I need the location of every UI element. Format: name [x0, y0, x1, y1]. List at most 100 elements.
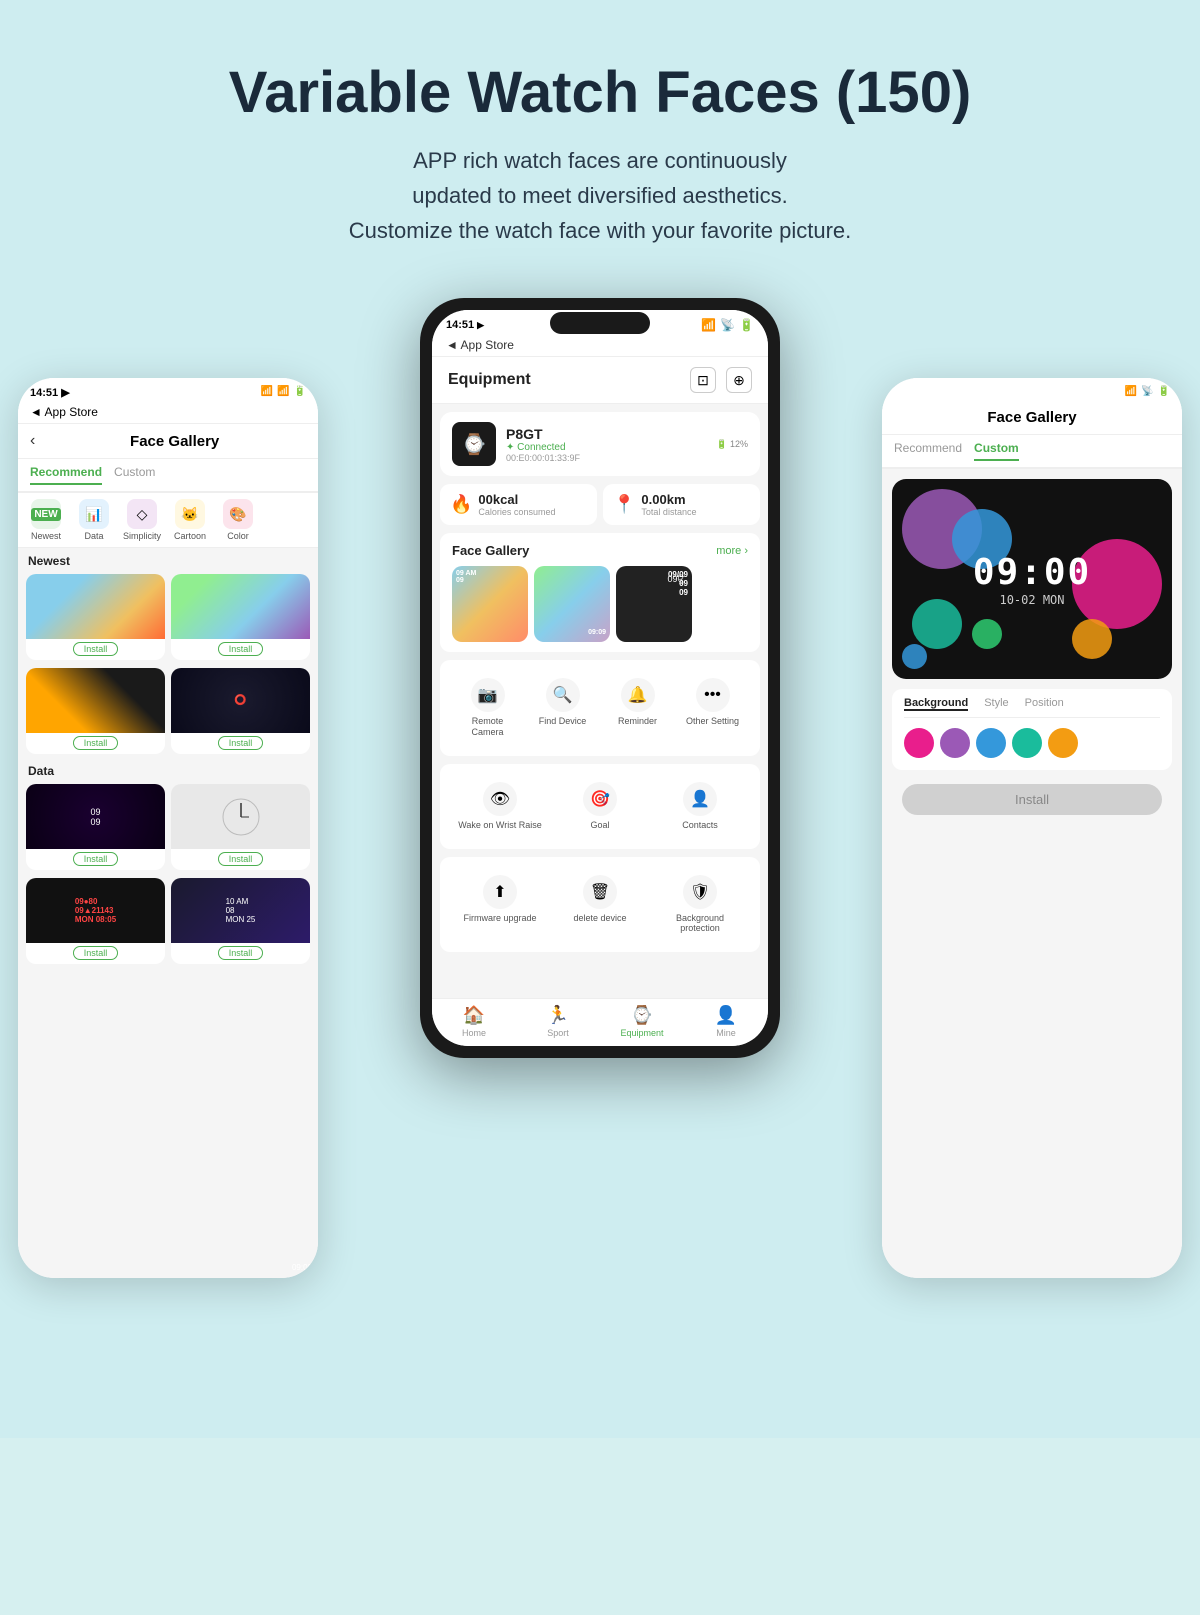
- watch-item-6[interactable]: Install: [171, 784, 310, 870]
- signal-icon: 📶: [701, 318, 716, 332]
- watch-item-4[interactable]: ⭕ Install: [171, 668, 310, 754]
- swatch-purple[interactable]: [940, 728, 970, 758]
- watch-face-circle: ⭕: [171, 668, 310, 733]
- action-remote-camera[interactable]: 📷 Remote Camera: [452, 670, 523, 746]
- newest-cat-icon: NEW: [31, 499, 61, 529]
- face-img-1: 09 AM09: [452, 566, 528, 642]
- action-goal[interactable]: 🎯 Goal: [552, 774, 648, 839]
- cat-data[interactable]: 📊 Data: [74, 499, 114, 541]
- device-thumbnail: ⌚: [452, 422, 496, 466]
- left-categories: NEW Newest 📊 Data ◇ Simpli: [18, 493, 318, 548]
- app-content: Equipment ⊡ ⊕ ⌚ P8GT ✦ Connecte: [432, 357, 768, 998]
- distance-card: 📍 0.00km Total distance: [603, 484, 760, 525]
- tab-position[interactable]: Position: [1025, 697, 1064, 711]
- find-device-label: Find Device: [539, 716, 587, 727]
- face-thumb-3[interactable]: 09/090909: [616, 566, 692, 642]
- firmware-icon: ⬆: [483, 875, 517, 909]
- action-other-setting[interactable]: ••• Other Setting: [677, 670, 748, 746]
- watch-item-8[interactable]: 10 AM08MON 25 Install: [171, 878, 310, 964]
- action-delete-device[interactable]: 🗑 delete device: [552, 867, 648, 943]
- right-tab-custom[interactable]: Custom: [974, 441, 1019, 461]
- page-container: Variable Watch Faces (150) APP rich watc…: [0, 0, 1200, 1438]
- camera-icon: 📷: [471, 678, 505, 712]
- color-label: Color: [227, 531, 249, 541]
- tab-style[interactable]: Style: [984, 697, 1008, 711]
- fullscreen-icon[interactable]: ⊡: [690, 367, 716, 393]
- sport-label: Sport: [547, 1028, 569, 1038]
- battery-icon: 🔋: [739, 318, 754, 332]
- action-contacts[interactable]: 👤 Contacts: [652, 774, 748, 839]
- bubble-teal: [912, 599, 962, 649]
- color-cat-icon: 🎨: [223, 499, 253, 529]
- mine-label: Mine: [716, 1028, 736, 1038]
- cat-simplicity[interactable]: ◇ Simplicity: [122, 499, 162, 541]
- face-gallery-header: Face Gallery more ›: [452, 543, 748, 558]
- back-arrow-icon[interactable]: ‹: [30, 432, 35, 450]
- watch-item-2[interactable]: 09:09 Install: [171, 574, 310, 660]
- nav-sport[interactable]: 🏃 Sport: [516, 1005, 600, 1038]
- install-btn-7[interactable]: Install: [73, 946, 119, 960]
- watch-item-1[interactable]: 09 AM09 Install: [26, 574, 165, 660]
- action-firmware[interactable]: ⬆ Firmware upgrade: [452, 867, 548, 943]
- right-controls: Background Style Position: [892, 689, 1172, 770]
- face-gallery-more[interactable]: more ›: [716, 545, 748, 557]
- install-button[interactable]: Install: [902, 784, 1162, 815]
- phone-right: 📶 📡 🔋 Face Gallery Recommend Custom: [882, 378, 1182, 1278]
- watch-item-5[interactable]: 0909 Install: [26, 784, 165, 870]
- face-img-3: 09/090909: [616, 566, 692, 642]
- swatch-teal[interactable]: [1012, 728, 1042, 758]
- controls-tabs: Background Style Position: [904, 697, 1160, 718]
- phones-area: 14:51 ▶ 📶📶🔋 ◄ App Store ‹ Face Gallery R…: [0, 298, 1200, 1378]
- action-reminder[interactable]: 🔔 Reminder: [602, 670, 673, 746]
- tab-background[interactable]: Background: [904, 697, 968, 711]
- swatch-pink[interactable]: [904, 728, 934, 758]
- install-btn-1[interactable]: Install: [73, 642, 119, 656]
- face-thumb-1[interactable]: 09 AM09: [452, 566, 528, 642]
- watch-face-dark1: 0909: [26, 784, 165, 849]
- center-status-left: 14:51 ▶: [446, 319, 484, 331]
- tab-custom[interactable]: Custom: [114, 465, 155, 485]
- right-face-gallery-title: Face Gallery: [894, 409, 1170, 426]
- watch-face-data1: 09●8009▲21143MON 08:05: [26, 878, 165, 943]
- app-header-icons: ⊡ ⊕: [690, 367, 752, 393]
- dots-icon: •••: [696, 678, 730, 712]
- watch-item-7[interactable]: 09●8009▲21143MON 08:05 Install: [26, 878, 165, 964]
- other-setting-label: Other Setting: [686, 716, 739, 727]
- nav-home[interactable]: 🏠 Home: [432, 1005, 516, 1038]
- right-tabs: Recommend Custom: [882, 435, 1182, 469]
- cat-newest[interactable]: NEW Newest: [26, 499, 66, 541]
- swatch-orange[interactable]: [1048, 728, 1078, 758]
- right-tab-recommend[interactable]: Recommend: [894, 441, 962, 461]
- wifi-icon: 📡: [720, 318, 735, 332]
- battery-indicator: 🔋 12%: [716, 439, 748, 450]
- watch-item-3[interactable]: 09/09 Install: [26, 668, 165, 754]
- shield-icon: 🛡: [683, 875, 717, 909]
- cartoon-cat-icon: 🐱: [175, 499, 205, 529]
- nav-equipment[interactable]: ⌚ Equipment: [600, 1005, 684, 1038]
- action-wrist-raise[interactable]: 👁 Wake on Wrist Raise: [452, 774, 548, 839]
- phone-left: 14:51 ▶ 📶📶🔋 ◄ App Store ‹ Face Gallery R…: [18, 378, 318, 1278]
- tab-recommend[interactable]: Recommend: [30, 465, 102, 485]
- cat-cartoon[interactable]: 🐱 Cartoon: [170, 499, 210, 541]
- cartoon-label: Cartoon: [174, 531, 206, 541]
- install-btn-4[interactable]: Install: [218, 736, 264, 750]
- newest-grid: 09 AM09 Install 09:09 Install: [18, 570, 318, 664]
- app-store-back[interactable]: ◄ App Store: [446, 338, 514, 352]
- install-btn-3[interactable]: Install: [73, 736, 119, 750]
- cat-color[interactable]: 🎨 Color: [218, 499, 258, 541]
- install-btn-8[interactable]: Install: [218, 946, 264, 960]
- face-thumb-2[interactable]: 09:09: [534, 566, 610, 642]
- install-btn-6[interactable]: Install: [218, 852, 264, 866]
- install-btn-5[interactable]: Install: [73, 852, 119, 866]
- nav-mine[interactable]: 👤 Mine: [684, 1005, 768, 1038]
- face-gallery-title: Face Gallery: [452, 543, 529, 558]
- action-bg-protection[interactable]: 🛡 Background protection: [652, 867, 748, 943]
- distance-info: 0.00km Total distance: [641, 492, 696, 517]
- action-find-device[interactable]: 🔍 Find Device: [527, 670, 598, 746]
- swatch-blue[interactable]: [976, 728, 1006, 758]
- remote-camera-label: Remote Camera: [456, 716, 519, 738]
- install-btn-2[interactable]: Install: [218, 642, 264, 656]
- watch-emoji: ⌚: [462, 432, 487, 457]
- contacts-icon: 👤: [683, 782, 717, 816]
- add-icon[interactable]: ⊕: [726, 367, 752, 393]
